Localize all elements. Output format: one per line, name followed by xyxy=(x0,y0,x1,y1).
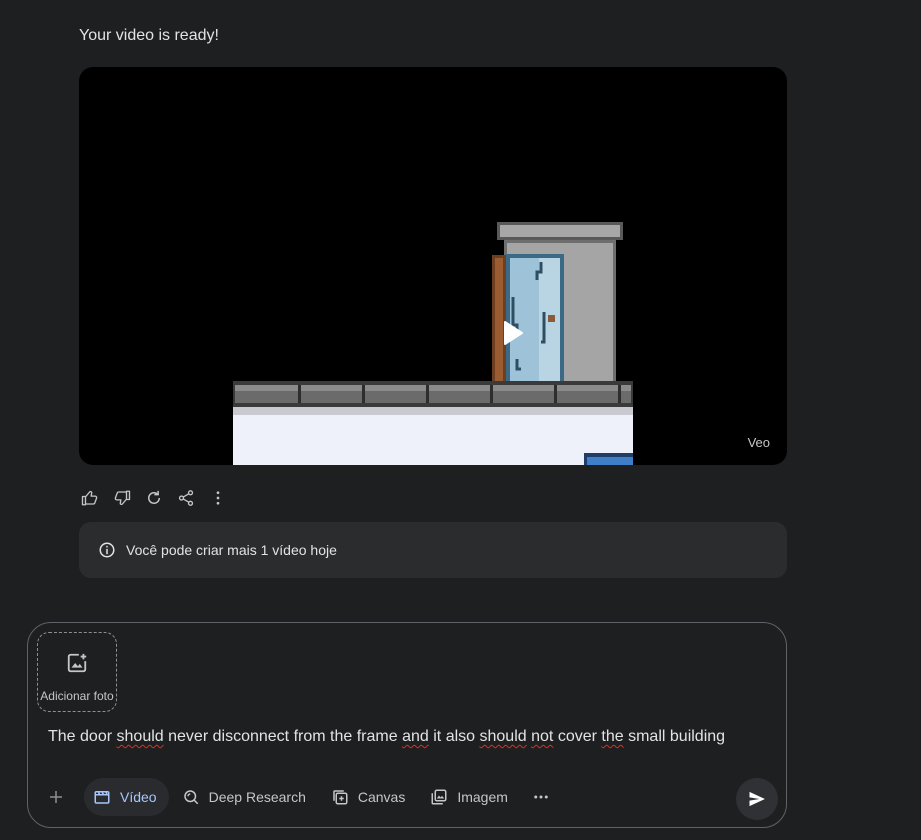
add-photo-icon xyxy=(67,653,87,673)
tool-deep-research-label: Deep Research xyxy=(208,789,306,805)
tool-video-label: Vídeo xyxy=(120,789,157,805)
image-icon xyxy=(430,788,448,806)
regenerate-button[interactable] xyxy=(143,487,165,509)
composer-toolbar: Vídeo Deep Research Canvas Imagem xyxy=(38,778,558,816)
video-frame xyxy=(233,222,633,465)
prompt-input[interactable]: The door should never disconnect from th… xyxy=(48,728,768,746)
response-message: Your video is ready! xyxy=(79,27,219,44)
quota-text: Você pode criar mais 1 vídeo hoje xyxy=(126,542,337,558)
send-icon xyxy=(749,791,765,807)
play-icon xyxy=(504,321,523,345)
info-icon xyxy=(98,541,116,559)
thumbs-down-button[interactable] xyxy=(111,487,133,509)
prompt-composer: Adicionar foto The door should never dis… xyxy=(27,622,787,828)
movie-icon xyxy=(93,788,111,806)
thumbs-up-icon xyxy=(81,490,98,506)
plus-icon xyxy=(50,791,62,803)
add-button[interactable] xyxy=(38,779,74,815)
tool-image[interactable]: Imagem xyxy=(421,778,520,816)
more-vert-icon xyxy=(216,491,220,505)
thumbs-up-button[interactable] xyxy=(79,487,101,509)
tool-deep-research[interactable]: Deep Research xyxy=(173,778,318,816)
video-player[interactable]: Veo xyxy=(79,67,787,465)
share-icon xyxy=(178,490,194,506)
more-horiz-icon xyxy=(534,795,548,799)
play-button[interactable] xyxy=(499,319,527,347)
tool-image-label: Imagem xyxy=(457,789,508,805)
tool-canvas[interactable]: Canvas xyxy=(322,778,417,816)
more-options-button[interactable] xyxy=(207,487,229,509)
refresh-icon xyxy=(148,490,160,504)
thumbs-down-icon xyxy=(114,490,131,506)
share-button[interactable] xyxy=(175,487,197,509)
veo-watermark: Veo xyxy=(747,435,770,450)
send-button[interactable] xyxy=(736,778,778,820)
canvas-icon xyxy=(331,788,349,806)
deep-research-icon xyxy=(182,788,200,806)
quota-notice: Você pode criar mais 1 vídeo hoje xyxy=(79,522,787,578)
add-photo-label: Adicionar foto xyxy=(40,689,114,703)
more-tools-button[interactable] xyxy=(524,780,558,814)
tool-canvas-label: Canvas xyxy=(357,789,406,805)
response-actions xyxy=(79,487,229,509)
tool-video[interactable]: Vídeo xyxy=(84,778,169,816)
add-photo-button[interactable]: Adicionar foto xyxy=(37,632,117,712)
